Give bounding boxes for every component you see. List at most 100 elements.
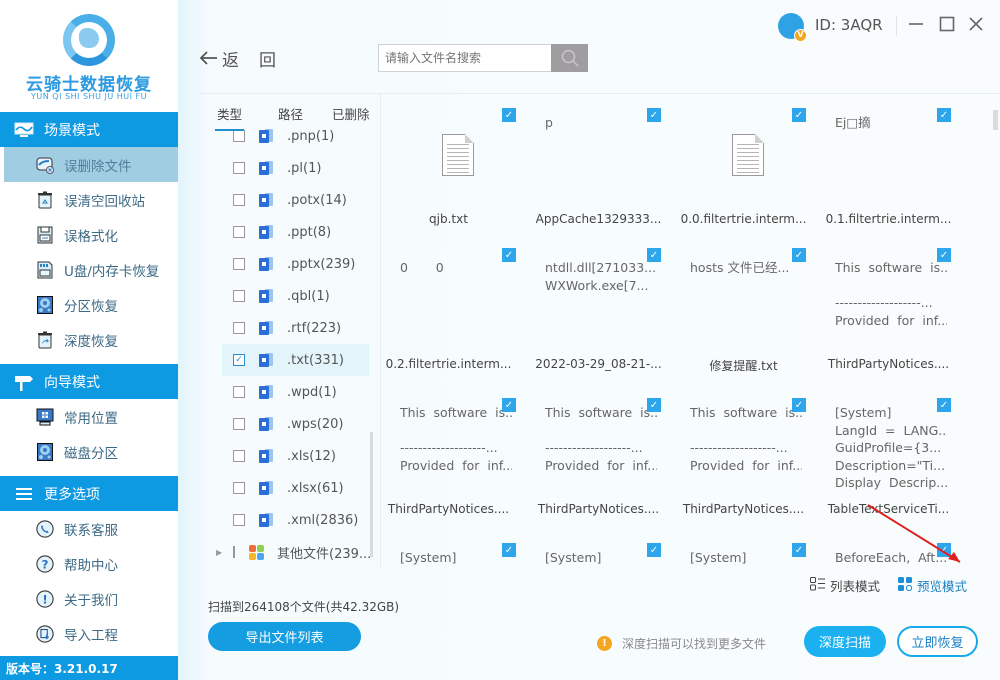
list-mode-toggle[interactable]: 列表模式 [810,576,880,595]
file-select-checkbox[interactable]: ✓ [792,248,806,262]
file-type-row[interactable]: .qbl(1) [222,280,369,312]
file-preview-card[interactable]: p ✓ AppCache1329333... [526,94,671,239]
file-type-checkbox[interactable] [233,162,245,174]
tab-path[interactable]: 路径 [278,104,303,123]
file-select-checkbox[interactable]: ✓ [937,248,951,262]
file-preview-card[interactable]: ✓ qjb.txt [381,94,526,239]
sidebar-item-deep-recover[interactable]: 深度恢复 [4,322,178,357]
file-type-row[interactable]: .pptx(239) [222,248,369,280]
file-preview-card[interactable]: Ej□摘 ✓ 0.1.filtertrie.interm... [816,94,961,239]
search-button[interactable] [551,44,588,72]
minimize-button[interactable] [904,12,928,36]
close-button[interactable] [964,12,988,36]
file-type-row[interactable]: .xls(12) [222,440,369,472]
file-type-checkbox[interactable] [233,290,245,302]
back-button[interactable]: 返 回 [198,46,276,71]
section-header-guide-mode[interactable]: 向导模式 [0,364,178,399]
tab-deleted[interactable]: 已删除 [332,104,370,123]
file-preview-card[interactable]: [System] LangId = LANG...✓ [381,529,526,568]
sidebar-item-partition-recover[interactable]: 分区恢复 [4,287,178,322]
file-type-checkbox[interactable] [233,546,235,558]
file-type-checkbox[interactable] [233,386,245,398]
file-type-checkbox[interactable] [233,450,245,462]
sidebar-item-import-project[interactable]: 导入工程 [4,616,178,651]
export-file-list-button[interactable]: 导出文件列表 [208,622,361,651]
file-select-checkbox[interactable]: ✓ [792,108,806,122]
tab-type[interactable]: 类型 [217,104,242,123]
sidebar-item-format[interactable]: 误格式化 [4,217,178,252]
file-select-checkbox[interactable]: ✓ [502,398,516,412]
sidebar-item-help-center[interactable]: ? 帮助中心 [4,546,178,581]
preview-mode-toggle[interactable]: 预览模式 [898,576,967,595]
file-preview-card[interactable]: ✓ 0.0.filtertrie.interm... [671,94,816,239]
app-name-pinyin: YUN QI SHI SHU JU HUI FU [31,92,147,101]
file-select-checkbox[interactable]: ✓ [647,248,661,262]
file-type-row[interactable]: .xml(2836) [222,504,369,536]
file-preview-card[interactable]: BeforeEach, Aft... ✓ [816,529,961,568]
file-type-checkbox[interactable] [233,226,245,238]
file-preview-card[interactable]: [System] LangId = LANG...✓ [671,529,816,568]
file-type-checkbox[interactable] [233,322,245,334]
filter-scrollbar[interactable] [370,432,373,557]
file-select-checkbox[interactable]: ✓ [937,543,951,557]
file-select-checkbox[interactable]: ✓ [502,248,516,262]
file-preview-card[interactable]: [System] LangId = LANG... GuidProfile={3… [816,384,961,529]
deep-scan-button[interactable]: 深度扫描 [804,626,886,657]
file-preview-card[interactable]: This software is... -------------------.… [671,384,816,529]
file-type-row[interactable]: .wpd(1) [222,376,369,408]
nav-label: 深度恢复 [64,333,118,350]
file-preview-card[interactable]: This software is... -------------------.… [526,384,671,529]
file-type-row[interactable]: ✓ .txt(331) [222,344,369,376]
sidebar-item-about-us[interactable]: ! 关于我们 [4,581,178,616]
sidebar-item-deleted-files[interactable]: 误删除文件 [4,147,178,182]
file-select-checkbox[interactable]: ✓ [647,543,661,557]
sidebar-item-contact-support[interactable]: 联系客服 [4,511,178,546]
file-type-checkbox[interactable] [233,514,245,526]
file-type-checkbox[interactable] [233,194,245,206]
file-preview-card[interactable]: [System] LangId = LANG...✓ [526,529,671,568]
file-name: AppCache1329333... [535,212,662,226]
file-type-row[interactable]: .pnp(1) [222,128,369,152]
recover-now-button[interactable]: 立即恢复 [897,626,978,657]
file-type-checkbox[interactable]: ✓ [233,354,245,366]
file-type-checkbox[interactable] [233,418,245,430]
sidebar-item-usb-recover[interactable]: U盘/内存卡恢复 [4,252,178,287]
file-type-checkbox[interactable] [233,130,245,142]
expand-arrow-icon[interactable]: ▶ [216,548,222,557]
maximize-button[interactable] [935,12,959,36]
sidebar-item-common-locations[interactable]: 常用位置 [4,399,178,434]
file-select-checkbox[interactable]: ✓ [937,108,951,122]
file-preview-card[interactable]: ntdll.dll[271033... WXWork.exe[7... ✓ 2022… [526,239,671,384]
file-type-row[interactable]: .pl(1) [222,152,369,184]
section-header-more-options[interactable]: 更多选项 [0,476,178,511]
file-type-row[interactable]: .rtf(223) [222,312,369,344]
file-type-row[interactable]: .ppt(8) [222,216,369,248]
file-select-checkbox[interactable]: ✓ [647,108,661,122]
user-avatar[interactable]: V [778,13,807,42]
file-select-checkbox[interactable]: ✓ [502,108,516,122]
file-name: 0.2.filtertrie.interm... [385,357,512,371]
file-select-checkbox[interactable]: ✓ [647,398,661,412]
file-preview-card[interactable]: 0 0 ✓ 0.2.filtertrie.interm... [381,239,526,384]
file-search-input[interactable] [378,44,552,72]
file-type-row[interactable]: .potx(14) [222,184,369,216]
file-select-checkbox[interactable]: ✓ [792,543,806,557]
section-header-scene-mode[interactable]: 场景模式 [0,112,178,147]
file-preview-card[interactable]: This software is... -------------------.… [381,384,526,529]
file-type-row[interactable]: .wps(20) [222,408,369,440]
file-select-checkbox[interactable]: ✓ [792,398,806,412]
file-preview-card[interactable]: hosts 文件已经... ✓ 修复提醒.txt [671,239,816,384]
file-type-checkbox[interactable] [233,258,245,270]
sidebar-item-disk-partition[interactable]: 磁盘分区 [4,434,178,469]
file-select-checkbox[interactable]: ✓ [937,398,951,412]
nav-label: 常用位置 [64,410,118,427]
nav-label: 关于我们 [64,592,118,609]
sidebar-item-recycle-bin[interactable]: 误清空回收站 [4,182,178,217]
file-preview-card[interactable]: This software is... -------------------.… [816,239,961,384]
file-type-row[interactable]: ▶ 其他文件(239... [216,536,371,568]
file-select-checkbox[interactable]: ✓ [502,543,516,557]
file-type-checkbox[interactable] [233,482,245,494]
warning-icon: ! [597,636,612,651]
grid-scrollbar[interactable] [993,110,998,130]
file-type-row[interactable]: .xlsx(61) [222,472,369,504]
